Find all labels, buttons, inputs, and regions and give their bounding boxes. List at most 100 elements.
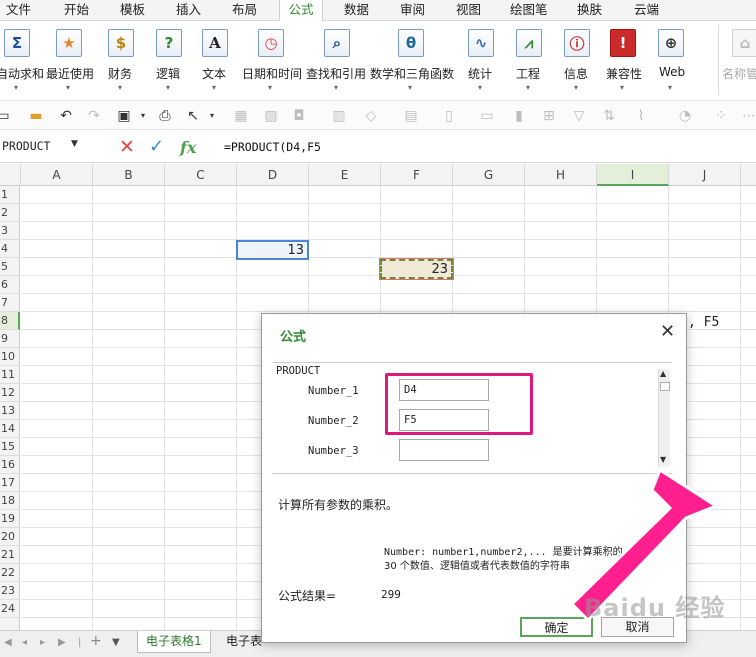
ribbon-statistics[interactable]: ∿ 统计 ▾ <box>466 25 502 99</box>
cell-d4[interactable]: 13 <box>236 240 309 260</box>
bar-chart-icon[interactable]: ▮ <box>510 107 528 125</box>
grid-icon[interactable]: ▤ <box>402 107 420 125</box>
open-folder-icon[interactable]: ▬ <box>27 107 45 125</box>
row-number[interactable]: 7 <box>0 294 20 312</box>
new-file-icon[interactable]: ▭ <box>0 107 12 125</box>
formula-input[interactable]: =PRODUCT(D4,F5 <box>224 137 321 157</box>
chart-icon[interactable]: ▥ <box>330 107 348 125</box>
row-number[interactable]: 12 <box>0 384 20 402</box>
row-number[interactable]: 6 <box>0 276 20 294</box>
menu-tab-formulas[interactable]: 公式 <box>279 0 323 22</box>
ribbon-web[interactable]: ⊕ Web ▾ <box>656 25 692 99</box>
menu-tab-layout[interactable]: 布局 <box>232 0 257 21</box>
row-number[interactable]: 23 <box>0 582 20 600</box>
arguments-scrollbar[interactable]: ▲ ▼ <box>658 369 670 467</box>
checkmark-icon[interactable]: ✓ <box>149 136 164 158</box>
image-icon[interactable]: ▨ <box>262 107 280 125</box>
row-number[interactable]: 24 <box>0 600 20 618</box>
column-header-cell[interactable]: F <box>381 164 453 186</box>
ribbon-finance[interactable]: $ 财务 ▾ <box>104 25 140 99</box>
last-sheet-icon[interactable]: ▶ <box>58 637 66 648</box>
ribbon-logical[interactable]: ? 逻辑 ▾ <box>152 25 188 99</box>
row-number[interactable]: 21 <box>0 546 20 564</box>
table-icon[interactable]: ▦ <box>232 107 250 125</box>
menu-tab-data[interactable]: 数据 <box>344 0 369 21</box>
row-number[interactable]: 10 <box>0 348 20 366</box>
more-icon[interactable]: ⋯ <box>740 107 756 125</box>
row-number[interactable]: 14 <box>0 420 20 438</box>
menu-tab-file[interactable]: 文件 <box>6 0 31 21</box>
ribbon-text[interactable]: A 文本 ▾ <box>198 25 234 99</box>
scatter-icon[interactable]: ⁘ <box>712 107 730 125</box>
ribbon-name-manager[interactable]: ⌂ 名称管 <box>722 25 756 99</box>
ribbon-datetime[interactable]: ◷ 日期和时间 ▾ <box>242 25 304 99</box>
line-chart-icon[interactable]: ⌇ <box>632 107 650 125</box>
ribbon-engineering[interactable]: ⩘ 工程 ▾ <box>514 25 550 99</box>
cancel-icon[interactable]: ✕ <box>119 136 135 158</box>
row-number[interactable]: 2 <box>0 204 20 222</box>
menu-tab-pen[interactable]: 绘图笔 <box>510 0 548 21</box>
column-header-cell[interactable]: D <box>237 164 309 186</box>
ribbon-info[interactable]: ⓘ 信息 ▾ <box>562 25 598 99</box>
pie-chart-icon[interactable]: ◔ <box>676 107 694 125</box>
column-icon[interactable]: ▯ <box>440 107 458 125</box>
merge-icon[interactable]: ⊞ <box>540 107 558 125</box>
menu-tab-skin[interactable]: 换肤 <box>577 0 602 21</box>
ribbon-lookup[interactable]: ⌕ 查找和引用 ▾ <box>306 25 368 99</box>
row-number[interactable]: 3 <box>0 222 20 240</box>
print-icon[interactable]: ⎙ <box>156 107 174 125</box>
row-number[interactable]: 19 <box>0 510 20 528</box>
filter-icon[interactable]: ▽ <box>570 107 588 125</box>
row-number[interactable]: 4 <box>0 240 20 258</box>
column-header-cell[interactable]: B <box>93 164 165 186</box>
row-number-selected[interactable]: 8 <box>0 312 20 330</box>
shapes-icon[interactable]: ◇ <box>362 107 380 125</box>
arg-input-3[interactable] <box>399 439 489 461</box>
column-header-cell[interactable]: H <box>525 164 597 186</box>
fx-icon[interactable]: fx <box>180 137 196 159</box>
pointer-icon[interactable]: ↖ <box>184 107 202 125</box>
row-number[interactable]: 16 <box>0 456 20 474</box>
ribbon-math[interactable]: θ 数学和三角函数 ▾ <box>370 25 458 99</box>
select-all-corner[interactable] <box>0 164 21 186</box>
row-number[interactable]: 11 <box>0 366 20 384</box>
scroll-thumb[interactable] <box>660 382 670 391</box>
chevron-down-icon[interactable]: ▾ <box>203 107 221 125</box>
scroll-up-icon[interactable]: ▲ <box>660 369 666 378</box>
ribbon-compat[interactable]: ! 兼容性 ▾ <box>604 25 648 99</box>
row-number[interactable]: 18 <box>0 492 20 510</box>
row-number[interactable]: 9 <box>0 330 20 348</box>
camera-icon[interactable]: ◘ <box>290 107 308 125</box>
prev-sheet-icon[interactable]: ◂ <box>22 637 27 648</box>
menu-tab-cloud[interactable]: 云端 <box>634 0 659 21</box>
scroll-down-icon[interactable]: ▼ <box>660 455 666 464</box>
menu-tab-template[interactable]: 模板 <box>120 0 145 21</box>
redo-icon[interactable]: ↷ <box>85 107 103 125</box>
column-header-cell[interactable]: J <box>669 164 741 186</box>
row-number[interactable]: 20 <box>0 528 20 546</box>
save-icon[interactable]: ▣ <box>115 107 133 125</box>
ok-button[interactable]: 确定 <box>520 617 593 637</box>
menu-tab-insert[interactable]: 插入 <box>176 0 201 21</box>
row-number[interactable]: 15 <box>0 438 20 456</box>
chevron-down-icon[interactable]: ▼ <box>71 139 78 149</box>
column-header-cell[interactable]: G <box>453 164 525 186</box>
undo-icon[interactable]: ↶ <box>57 107 75 125</box>
row-number[interactable]: 1 <box>0 186 20 204</box>
column-header-cell[interactable]: E <box>309 164 381 186</box>
menu-tab-review[interactable]: 审阅 <box>400 0 425 21</box>
chevron-down-icon[interactable]: ▾ <box>134 107 152 125</box>
close-icon[interactable]: ✕ <box>660 322 675 342</box>
row-number[interactable]: 17 <box>0 474 20 492</box>
next-sheet-icon[interactable]: ▸ <box>40 637 45 648</box>
sheet-tab-active[interactable]: 电子表格1 <box>137 631 211 653</box>
cell-f5[interactable]: 23 <box>379 258 454 280</box>
column-header-cell[interactable]: C <box>165 164 237 186</box>
menu-tab-view[interactable]: 视图 <box>456 0 481 21</box>
row-number[interactable]: 13 <box>0 402 20 420</box>
column-header-cell-selected[interactable]: I <box>597 164 669 186</box>
first-sheet-icon[interactable]: ◀ <box>4 637 12 648</box>
row-icon[interactable]: ▭ <box>478 107 496 125</box>
menu-tab-home[interactable]: 开始 <box>64 0 89 21</box>
row-number[interactable]: 22 <box>0 564 20 582</box>
